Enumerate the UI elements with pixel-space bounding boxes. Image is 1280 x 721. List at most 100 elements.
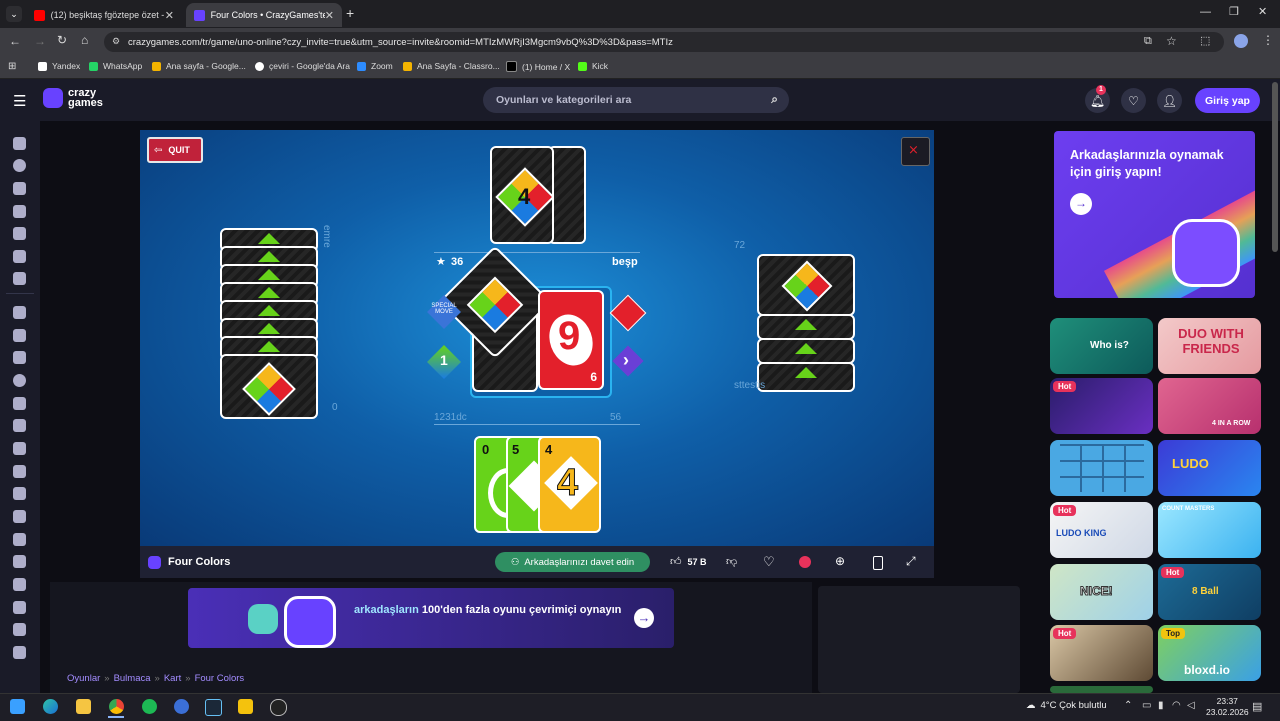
sidebar-item-puzzle-icon[interactable] bbox=[13, 465, 26, 478]
bookmark-whatsapp[interactable]: WhatsApp bbox=[89, 61, 142, 71]
edge-icon[interactable] bbox=[43, 699, 58, 714]
bookmark-classroom[interactable]: Ana Sayfa - Classro... bbox=[403, 61, 500, 71]
breadcrumb-link[interactable]: Oyunlar bbox=[67, 673, 100, 684]
theater-mode-button[interactable] bbox=[873, 556, 883, 570]
sidebar-item-girls-icon[interactable] bbox=[13, 578, 26, 591]
bookmark-kick[interactable]: Kick bbox=[578, 61, 608, 71]
like-button[interactable]: 👍︎ 57 B bbox=[670, 555, 707, 568]
file-explorer-icon[interactable] bbox=[76, 699, 91, 714]
game-thumbnail[interactable]: NICE! bbox=[1050, 564, 1153, 620]
bookmark-star-icon[interactable]: ☆ bbox=[1166, 34, 1177, 48]
bookmark-google[interactable]: çeviri - Google'da Ara bbox=[255, 61, 350, 71]
spotify-icon[interactable] bbox=[142, 699, 157, 714]
search-input[interactable]: Oyunları ve kategorileri ara ⌕ bbox=[483, 87, 789, 113]
clock[interactable]: 23:37 23.02.2026 bbox=[1206, 696, 1249, 718]
sidebar-item-card-icon[interactable] bbox=[13, 533, 26, 546]
game-thumbnail[interactable] bbox=[1050, 686, 1153, 693]
sidebar-item-clicker-icon[interactable] bbox=[13, 442, 26, 455]
bookmark-zoom[interactable]: Zoom bbox=[357, 61, 393, 71]
promo-arrow-button[interactable]: → bbox=[1070, 193, 1092, 215]
extensions-icon[interactable]: ⬚ bbox=[1200, 34, 1210, 47]
app-icon[interactable] bbox=[174, 699, 189, 714]
tab-search-button[interactable]: ⌄ bbox=[6, 6, 22, 22]
game-thumbnail[interactable] bbox=[1050, 440, 1153, 496]
weather-widget[interactable]: ☁ 4°C Çok bulutlu bbox=[1026, 700, 1107, 711]
sidebar-item-updated-icon[interactable] bbox=[13, 227, 26, 240]
report-button[interactable] bbox=[799, 556, 811, 568]
hamburger-menu-icon[interactable]: ☰ bbox=[13, 92, 26, 110]
login-button[interactable]: Giriş yap bbox=[1195, 88, 1260, 113]
game-thumbnail[interactable]: LUDO bbox=[1158, 440, 1261, 496]
sidebar-item-horror-icon[interactable] bbox=[13, 601, 26, 614]
chrome-icon[interactable] bbox=[109, 699, 124, 714]
menu-kebab-icon[interactable]: ⋮ bbox=[1262, 33, 1274, 47]
invite-friends-button[interactable]: ⚇ Arkadaşlarınızı davet edin bbox=[495, 552, 650, 572]
profile-avatar[interactable] bbox=[1234, 34, 1248, 48]
sidebar-item-mahjong-icon[interactable] bbox=[13, 623, 26, 636]
sidebar-item-ghost-icon[interactable] bbox=[13, 646, 26, 659]
app-icon[interactable] bbox=[238, 699, 253, 714]
sidebar-item-adventure-icon[interactable] bbox=[13, 397, 26, 410]
sidebar-item-home-icon[interactable] bbox=[13, 137, 26, 150]
windows-start-icon[interactable] bbox=[10, 699, 25, 714]
fullscreen-button[interactable]: ⤢ bbox=[906, 554, 916, 569]
install-icon[interactable]: ⧉ bbox=[1144, 35, 1152, 48]
game-thumbnail[interactable]: Hot LUDO KING bbox=[1050, 502, 1153, 558]
forward-icon[interactable]: → bbox=[34, 34, 46, 48]
breadcrumb-link[interactable]: Kart bbox=[164, 673, 181, 684]
restore-icon[interactable]: ❐ bbox=[1229, 5, 1239, 18]
sidebar-item-io-icon[interactable] bbox=[13, 510, 26, 523]
volume-icon[interactable]: ◁ bbox=[1187, 700, 1195, 711]
login-promo-card[interactable]: Arkadaşlarınızla oynamak için giriş yapı… bbox=[1054, 131, 1255, 298]
game-thumbnail[interactable]: Hot bbox=[1050, 625, 1153, 681]
breadcrumb-link[interactable]: Bulmaca bbox=[114, 673, 151, 684]
sidebar-item-trending-icon[interactable] bbox=[13, 205, 26, 218]
wifi-icon[interactable]: ◠ bbox=[1172, 700, 1181, 711]
game-thumbnail[interactable]: 4 IN A ROW bbox=[1158, 378, 1261, 434]
page-scrollbar[interactable] bbox=[1272, 82, 1278, 252]
banner-arrow-button[interactable]: → bbox=[634, 608, 654, 628]
tab-youtube[interactable]: (12) beşiktaş fgöztepe özet - Yo ✕ bbox=[26, 3, 182, 27]
sidebar-item-casual-icon[interactable] bbox=[13, 555, 26, 568]
battery-icon[interactable]: ▮ bbox=[1158, 700, 1164, 711]
favorites-button[interactable]: ♡ bbox=[1121, 88, 1146, 113]
home-icon[interactable]: ⌂ bbox=[81, 33, 88, 47]
back-icon[interactable]: ← bbox=[9, 34, 21, 48]
new-tab-button[interactable]: + bbox=[346, 5, 354, 21]
share-button[interactable]: ⊕ bbox=[835, 554, 845, 568]
tab-crazygames[interactable]: Four Colors • CrazyGames'te ✕ bbox=[186, 3, 342, 27]
sidebar-item-action-icon[interactable] bbox=[13, 306, 26, 319]
game-thumbnail[interactable]: DUO WITH FRIENDS bbox=[1158, 318, 1261, 374]
close-window-icon[interactable]: ✕ bbox=[1258, 5, 1267, 18]
friends-banner[interactable]: arkadaşların 100'den fazla oyunu çevrimi… bbox=[188, 588, 674, 648]
sidebar-item-controller-icon[interactable] bbox=[13, 487, 26, 500]
close-tab-icon[interactable]: ✕ bbox=[325, 9, 334, 22]
crazygames-logo[interactable]: crazy games bbox=[43, 88, 103, 109]
sidebar-item-driving-icon[interactable] bbox=[13, 329, 26, 342]
friends-button[interactable]: 👤︎ bbox=[1157, 88, 1182, 113]
game-thumbnail[interactable]: Hot 8 Ball bbox=[1158, 564, 1261, 620]
sidebar-item-recent-icon[interactable] bbox=[13, 159, 26, 172]
sidebar-item-originals-icon[interactable] bbox=[13, 250, 26, 263]
favorite-game-button[interactable]: ♡ bbox=[763, 554, 775, 570]
tray-chevron-icon[interactable]: ⌃ bbox=[1124, 700, 1132, 711]
bookmark-x[interactable]: (1) Home / X bbox=[506, 61, 570, 72]
game-thumbnail[interactable]: Hot bbox=[1050, 378, 1153, 434]
steam-icon[interactable] bbox=[205, 699, 222, 716]
apps-grid-icon[interactable]: ⊞ bbox=[8, 61, 16, 72]
site-info-icon[interactable]: ⚙ bbox=[112, 36, 120, 47]
sidebar-item-shooting-icon[interactable] bbox=[13, 351, 26, 364]
minimize-icon[interactable]: — bbox=[1200, 6, 1211, 18]
obs-icon[interactable] bbox=[270, 699, 287, 716]
sidebar-item-multiplayer-icon[interactable] bbox=[13, 272, 26, 285]
network-icon[interactable]: ▭ bbox=[1142, 700, 1151, 711]
breadcrumb-link[interactable]: Four Colors bbox=[195, 673, 245, 684]
sidebar-item-gun-icon[interactable] bbox=[13, 419, 26, 432]
sidebar-item-new-icon[interactable] bbox=[13, 182, 26, 195]
game-thumbnail[interactable]: Top bloxd.io bbox=[1158, 625, 1261, 681]
bookmark-yandex[interactable]: Yandex bbox=[38, 61, 80, 71]
reload-icon[interactable]: ↻ bbox=[57, 33, 67, 47]
notification-center-icon[interactable]: ▤ bbox=[1252, 700, 1262, 713]
address-bar[interactable]: ⚙ crazygames.com/tr/game/uno-online?czy_… bbox=[104, 32, 1224, 52]
game-thumbnail[interactable]: Who is? bbox=[1050, 318, 1153, 374]
